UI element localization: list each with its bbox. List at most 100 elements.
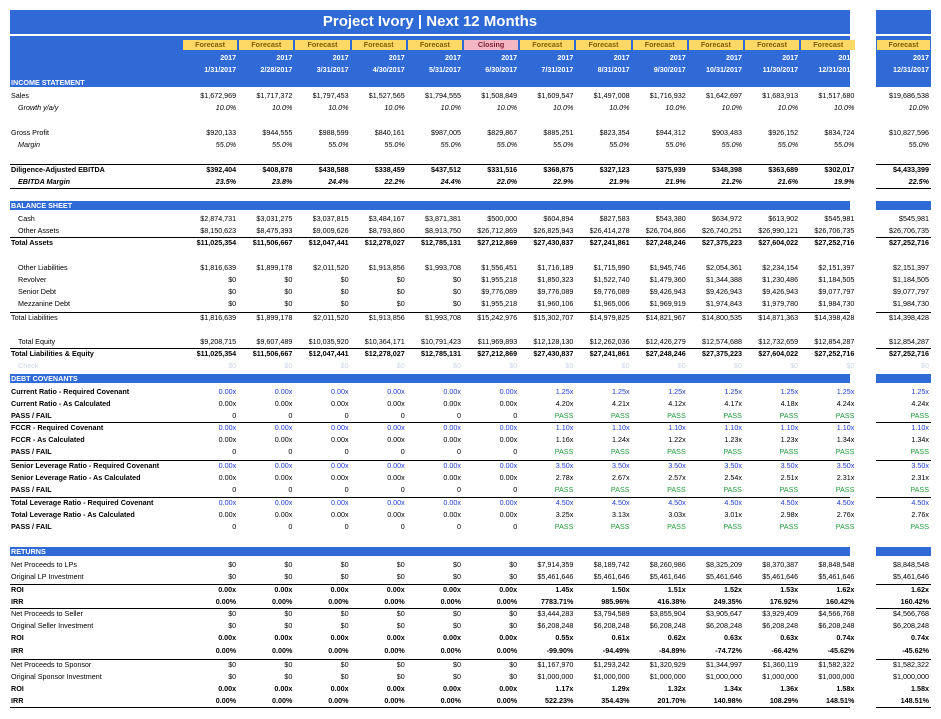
cell-value[interactable]: $26,990,121: [744, 225, 800, 237]
ltm-value[interactable]: $1,000,000: [876, 671, 931, 683]
ltm-value[interactable]: $27,252,716: [876, 348, 931, 360]
cell-value[interactable]: $0: [463, 360, 519, 372]
cell-value[interactable]: $0: [351, 298, 407, 310]
cell-value[interactable]: $1,715,990: [575, 262, 631, 274]
cell-value[interactable]: $1,899,178: [238, 262, 294, 274]
cell-value[interactable]: 21.6%: [744, 176, 800, 188]
cell-value[interactable]: 0: [407, 484, 463, 496]
cell-value[interactable]: 0.00x: [294, 386, 350, 398]
cell-value[interactable]: 4.17x: [688, 398, 744, 410]
cell-value[interactable]: $3,444,283: [519, 608, 575, 620]
cell-value[interactable]: $27,430,837: [519, 237, 575, 249]
cell-value[interactable]: 1.25x: [519, 386, 575, 398]
cell-value[interactable]: 0.00%: [463, 645, 519, 657]
cell-value[interactable]: 24.4%: [294, 176, 350, 188]
cell-value[interactable]: 1.10x: [800, 422, 856, 434]
cell-value[interactable]: 55.0%: [463, 139, 519, 151]
ltm-value[interactable]: -45.62%: [876, 645, 931, 657]
cell-value[interactable]: -84.89%: [632, 645, 688, 657]
cell-value[interactable]: -66.42%: [744, 645, 800, 657]
cell-value[interactable]: 140.98%: [688, 695, 744, 707]
cell-value[interactable]: $1,344,388: [688, 274, 744, 286]
cell-value[interactable]: $27,252,716: [800, 348, 856, 360]
cell-value[interactable]: $926,152: [744, 127, 800, 139]
cell-value[interactable]: $26,712,869: [463, 225, 519, 237]
cell-value[interactable]: $1,642,697: [688, 90, 744, 102]
cell-value[interactable]: $3,484,167: [351, 213, 407, 225]
cell-value[interactable]: $1,979,780: [744, 298, 800, 310]
cell-value[interactable]: 0.00x: [294, 497, 350, 509]
cell-value[interactable]: $11,506,667: [238, 237, 294, 249]
cell-value[interactable]: PASS: [632, 410, 688, 422]
cell-value[interactable]: $26,740,251: [688, 225, 744, 237]
cell-value[interactable]: $1,960,106: [519, 298, 575, 310]
cell-value[interactable]: 3.50x: [519, 460, 575, 472]
cell-value[interactable]: 0.00%: [238, 645, 294, 657]
cell-value[interactable]: $27,604,022: [744, 237, 800, 249]
cell-value[interactable]: $0: [407, 608, 463, 620]
cell-value[interactable]: $12,854,287: [800, 336, 856, 348]
cell-value[interactable]: 0.00x: [182, 460, 238, 472]
cell-value[interactable]: $6,208,248: [688, 620, 744, 632]
cell-value[interactable]: 985.96%: [575, 596, 631, 608]
cell-value[interactable]: $10,035,920: [294, 336, 350, 348]
cell-value[interactable]: $2,011,520: [294, 262, 350, 274]
cell-value[interactable]: 7783.71%: [519, 596, 575, 608]
cell-value[interactable]: $1,716,932: [632, 90, 688, 102]
cell-value[interactable]: 0.00%: [182, 695, 238, 707]
cell-value[interactable]: $0: [575, 360, 631, 372]
cell-value[interactable]: 1.16x: [519, 434, 575, 446]
cell-value[interactable]: 10.0%: [182, 102, 238, 114]
ltm-value[interactable]: $10,827,596: [876, 127, 931, 139]
cell-value[interactable]: 0.00%: [407, 596, 463, 608]
cell-value[interactable]: $1,913,856: [351, 262, 407, 274]
cell-value[interactable]: $1,344,997: [688, 659, 744, 671]
cell-value[interactable]: $1,184,505: [800, 274, 856, 286]
cell-value[interactable]: 1.25x: [575, 386, 631, 398]
cell-value[interactable]: 0.00x: [182, 434, 238, 446]
cell-value[interactable]: 10.0%: [800, 102, 856, 114]
cell-value[interactable]: 0.00%: [407, 645, 463, 657]
cell-value[interactable]: $12,426,279: [632, 336, 688, 348]
cell-value[interactable]: $437,512: [407, 164, 463, 176]
cell-value[interactable]: $1,517,680: [800, 90, 856, 102]
cell-value[interactable]: $0: [182, 298, 238, 310]
cell-value[interactable]: $8,260,986: [632, 559, 688, 571]
cell-value[interactable]: $9,426,943: [744, 286, 800, 298]
cell-value[interactable]: $5,461,646: [800, 571, 856, 583]
cell-value[interactable]: $0: [182, 559, 238, 571]
cell-value[interactable]: $27,212,869: [463, 348, 519, 360]
cell-value[interactable]: $27,241,861: [575, 237, 631, 249]
cell-value[interactable]: 2.76x: [800, 509, 856, 521]
ltm-value[interactable]: 160.42%: [876, 596, 931, 608]
cell-value[interactable]: 0.00x: [182, 632, 238, 644]
cell-value[interactable]: $26,706,735: [800, 225, 856, 237]
cell-value[interactable]: $823,354: [575, 127, 631, 139]
cell-value[interactable]: $10,791,423: [407, 336, 463, 348]
cell-value[interactable]: 0.00x: [294, 422, 350, 434]
cell-value[interactable]: $885,251: [519, 127, 575, 139]
cell-value[interactable]: $1,360,119: [744, 659, 800, 671]
cell-value[interactable]: 2.57x: [632, 472, 688, 484]
cell-value[interactable]: 148.51%: [800, 695, 856, 707]
cell-value[interactable]: PASS: [744, 446, 800, 458]
cell-value[interactable]: $0: [294, 620, 350, 632]
cell-value[interactable]: $1,850,323: [519, 274, 575, 286]
cell-value[interactable]: $375,939: [632, 164, 688, 176]
cell-value[interactable]: 0: [407, 410, 463, 422]
cell-value[interactable]: 0.00%: [182, 645, 238, 657]
cell-value[interactable]: $920,133: [182, 127, 238, 139]
cell-value[interactable]: 55.0%: [519, 139, 575, 151]
cell-value[interactable]: 0.00x: [238, 497, 294, 509]
cell-value[interactable]: 0.00x: [463, 584, 519, 596]
cell-value[interactable]: $0: [351, 559, 407, 571]
cell-value[interactable]: 2.98x: [744, 509, 800, 521]
cell-value[interactable]: PASS: [575, 484, 631, 496]
cell-value[interactable]: 0.00x: [351, 422, 407, 434]
cell-value[interactable]: -74.72%: [688, 645, 744, 657]
cell-value[interactable]: $1,479,360: [632, 274, 688, 286]
cell-value[interactable]: $987,005: [407, 127, 463, 139]
cell-value[interactable]: $27,248,246: [632, 237, 688, 249]
cell-value[interactable]: $0: [182, 671, 238, 683]
cell-value[interactable]: $0: [800, 360, 856, 372]
